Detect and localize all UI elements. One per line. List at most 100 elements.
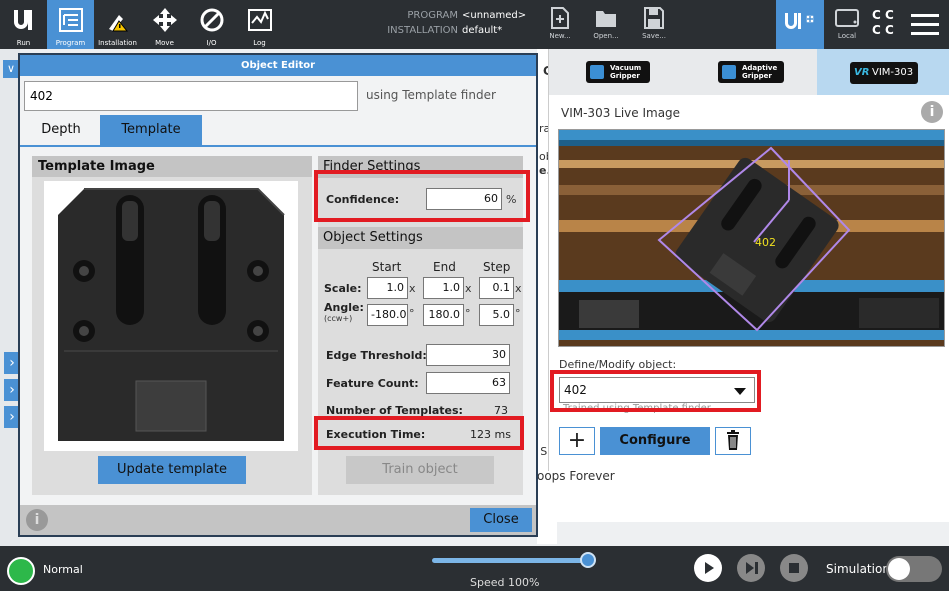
move-tab-label: Move — [155, 39, 174, 47]
template-image-title: Template Image — [32, 156, 312, 177]
speed-slider[interactable] — [432, 558, 592, 563]
run-tab[interactable]: Run — [0, 0, 47, 49]
gripper-icon — [722, 65, 736, 79]
col-start-header: Start — [372, 260, 402, 274]
play-button[interactable] — [694, 554, 722, 582]
tab-depth[interactable]: Depth — [26, 115, 96, 145]
collapse-arrow-icon[interactable]: ∨ — [3, 60, 19, 78]
scale-start-unit: x — [409, 282, 416, 295]
tab-adaptive-gripper[interactable]: Adaptive Gripper — [718, 61, 784, 83]
installation-value: default* — [462, 25, 503, 36]
robot-status-icon[interactable] — [7, 557, 35, 585]
tab-vacuum-label: Vacuum Gripper — [610, 64, 642, 80]
info-icon[interactable]: i — [26, 509, 48, 531]
angle-start-unit: ° — [409, 307, 415, 320]
program-value: <unnamed> — [462, 10, 527, 21]
vr-logo-icon: VR — [854, 67, 870, 78]
template-image — [44, 181, 298, 451]
open-label: Open... — [593, 32, 619, 40]
angle-label: Angle: — [324, 301, 364, 314]
new-label: New... — [549, 32, 571, 40]
angle-start-input[interactable]: -180.0 — [367, 304, 408, 326]
program-key: PROGRAM — [407, 10, 458, 21]
object-name-input[interactable]: 402 — [24, 81, 358, 111]
edge-threshold-input[interactable]: 30 — [426, 344, 510, 366]
urcaps-button[interactable] — [776, 0, 824, 49]
edge-threshold-label: Edge Threshold: — [326, 349, 427, 362]
program-icon — [58, 8, 83, 32]
program-tab-label: Program — [55, 39, 86, 47]
scale-step-input[interactable]: 0.1 — [479, 277, 514, 299]
save-label: Save... — [642, 32, 666, 40]
configure-button[interactable]: Configure — [600, 427, 710, 455]
run-tab-label: Run — [16, 39, 31, 47]
stop-button[interactable] — [780, 554, 808, 582]
new-button[interactable]: New... — [540, 4, 580, 40]
tab-vim-badge: VR VIM-303 — [850, 62, 918, 84]
cc-indicator: C C C C — [872, 8, 894, 37]
update-template-button[interactable]: Update template — [98, 456, 246, 484]
urcaps-plus-icon — [785, 13, 815, 29]
close-button[interactable]: Close — [470, 508, 532, 532]
local-button[interactable]: Local — [828, 8, 866, 40]
live-camera-image: 402 — [558, 129, 945, 347]
angle-step-input[interactable]: 5.0 — [479, 304, 514, 326]
robot-status-label: Normal — [43, 563, 83, 576]
installation-tab[interactable]: Installation — [94, 0, 141, 49]
installation-key: INSTALLATION — [387, 25, 458, 36]
save-button[interactable]: Save... — [634, 4, 674, 40]
ur-logo-icon — [13, 10, 32, 30]
delete-object-button[interactable] — [715, 427, 751, 455]
detected-object-label: 402 — [755, 236, 776, 249]
add-object-button[interactable]: + — [559, 427, 595, 455]
io-tab-label: I/O — [206, 39, 217, 47]
log-icon — [247, 9, 272, 31]
scale-step-unit: x — [515, 282, 522, 295]
angle-end-input[interactable]: 180.0 — [423, 304, 464, 326]
hamburger-menu-icon[interactable] — [911, 12, 939, 36]
local-label: Local — [837, 32, 857, 40]
trash-icon — [727, 430, 739, 450]
bottom-status-bar: Normal Speed 100% Simulation — [0, 546, 949, 591]
scale-end-input[interactable]: 1.0 — [423, 277, 464, 299]
save-icon — [644, 7, 664, 29]
feature-count-input[interactable]: 63 — [426, 372, 510, 394]
object-editor-dialog: Object Editor 402 using Template finder … — [18, 53, 538, 537]
folder-icon — [596, 11, 616, 27]
toggle-knob — [888, 558, 910, 580]
io-tab[interactable]: I/O — [188, 0, 235, 49]
plus-icon: + — [567, 428, 587, 453]
template-image-panel: Template Image Update template — [32, 156, 312, 495]
simulation-toggle[interactable] — [886, 556, 942, 582]
step-button[interactable] — [737, 554, 765, 582]
tab-adaptive-label: Adaptive Gripper — [742, 64, 778, 80]
highlight-object-select — [550, 370, 761, 412]
tab-vacuum-gripper[interactable]: Vacuum Gripper — [586, 61, 650, 83]
train-object-button[interactable]: Train object — [346, 456, 494, 484]
open-button[interactable]: Open... — [586, 4, 626, 40]
new-file-icon — [551, 7, 569, 29]
tab-template[interactable]: Template — [100, 115, 202, 145]
simulation-label: Simulation — [826, 562, 890, 576]
info-icon[interactable]: i — [921, 101, 943, 123]
tab-vim-label: VIM-303 — [872, 67, 914, 78]
tablet-icon — [835, 9, 859, 27]
program-tab[interactable]: Program — [47, 0, 94, 49]
highlight-confidence — [314, 170, 530, 222]
speed-label: Speed 100% — [470, 576, 540, 589]
scale-start-input[interactable]: 1.0 — [367, 277, 408, 299]
dialog-title: Object Editor — [20, 55, 536, 76]
angle-end-unit: ° — [465, 307, 471, 320]
tab-vim-303[interactable]: VR VIM-303 — [817, 49, 949, 95]
installation-icon — [108, 15, 128, 32]
program-tree-strip — [0, 49, 20, 546]
scale-end-unit: x — [465, 282, 472, 295]
bg-text-loops: oops Forever — [537, 469, 615, 483]
log-tab[interactable]: Log — [236, 0, 283, 49]
speed-slider-handle[interactable] — [580, 552, 596, 568]
col-step-header: Step — [483, 260, 511, 274]
move-icon — [152, 8, 177, 32]
move-tab[interactable]: Move — [141, 0, 188, 49]
installation-tab-label: Installation — [98, 39, 137, 47]
gripper-icon — [590, 65, 604, 79]
